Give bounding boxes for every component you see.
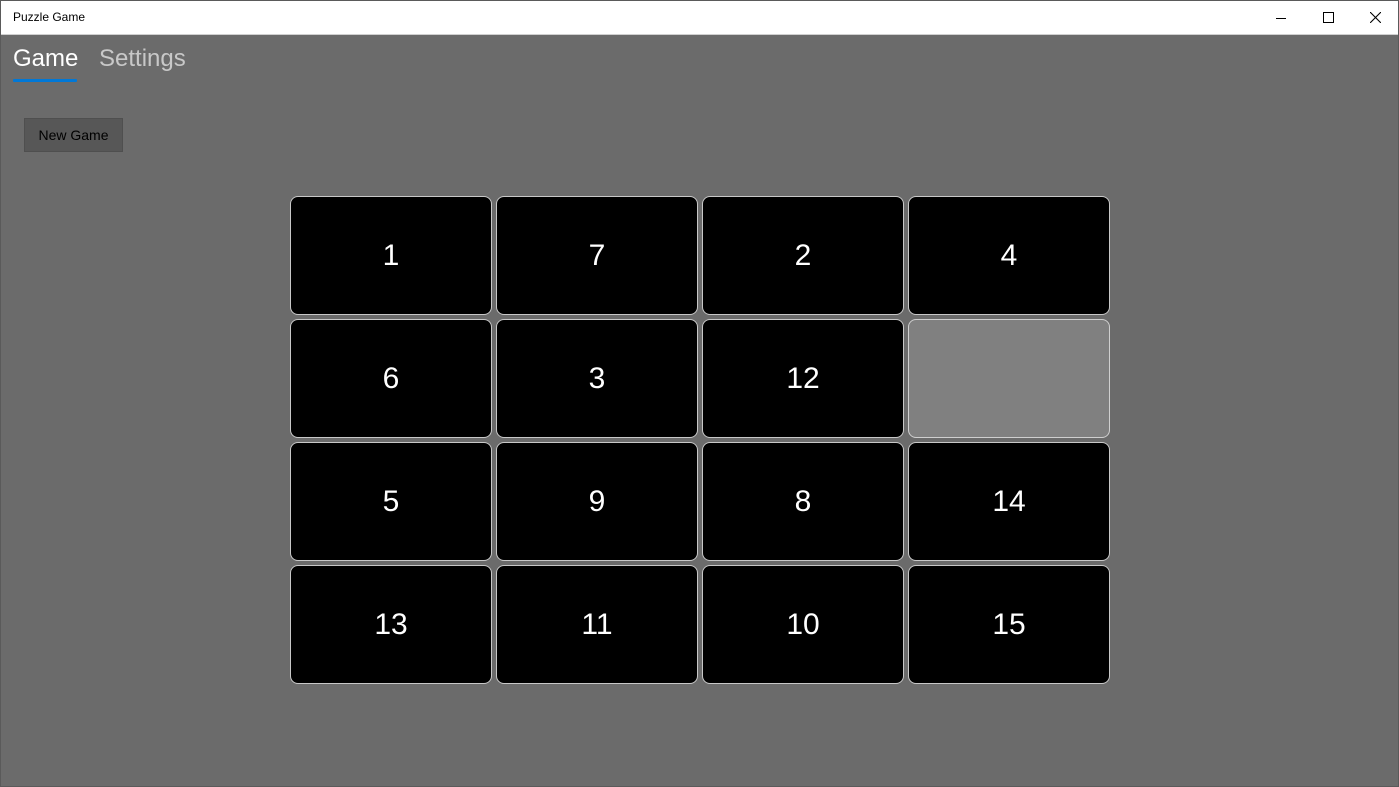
puzzle-tile[interactable]: 4	[908, 196, 1110, 315]
title-bar[interactable]: Puzzle Game	[1, 1, 1398, 35]
tab-game[interactable]: Game	[13, 45, 78, 73]
puzzle-tile[interactable]: 10	[702, 565, 904, 684]
maximize-button[interactable]	[1305, 1, 1351, 34]
puzzle-tile[interactable]: 15	[908, 565, 1110, 684]
puzzle-tile[interactable]: 6	[290, 319, 492, 438]
minimize-button[interactable]	[1258, 1, 1304, 34]
tab-settings[interactable]: Settings	[99, 45, 186, 73]
close-icon	[1369, 12, 1381, 23]
app-window: Puzzle Game Game Settings New Game 1724 6…	[0, 0, 1399, 787]
puzzle-tile[interactable]: 14	[908, 442, 1110, 561]
close-button[interactable]	[1352, 1, 1398, 34]
puzzle-tile[interactable]: 13	[290, 565, 492, 684]
selected-tab-indicator	[13, 79, 77, 82]
new-game-button[interactable]: New Game	[24, 118, 123, 152]
puzzle-tile[interactable]: 11	[496, 565, 698, 684]
maximize-icon	[1322, 12, 1334, 23]
puzzle-tile[interactable]: 3	[496, 319, 698, 438]
empty-tile[interactable]	[908, 319, 1110, 438]
puzzle-tile[interactable]: 8	[702, 442, 904, 561]
puzzle-tile[interactable]: 2	[702, 196, 904, 315]
minimize-icon	[1276, 13, 1286, 23]
puzzle-tile[interactable]: 9	[496, 442, 698, 561]
puzzle-tile[interactable]: 12	[702, 319, 904, 438]
window-title: Puzzle Game	[13, 10, 86, 24]
puzzle-tile[interactable]: 1	[290, 196, 492, 315]
puzzle-tile[interactable]: 7	[496, 196, 698, 315]
puzzle-board: 1 7 2 4 6 3 12 5 9 8 14 13 11 10 15	[290, 196, 1111, 685]
puzzle-tile[interactable]: 5	[290, 442, 492, 561]
